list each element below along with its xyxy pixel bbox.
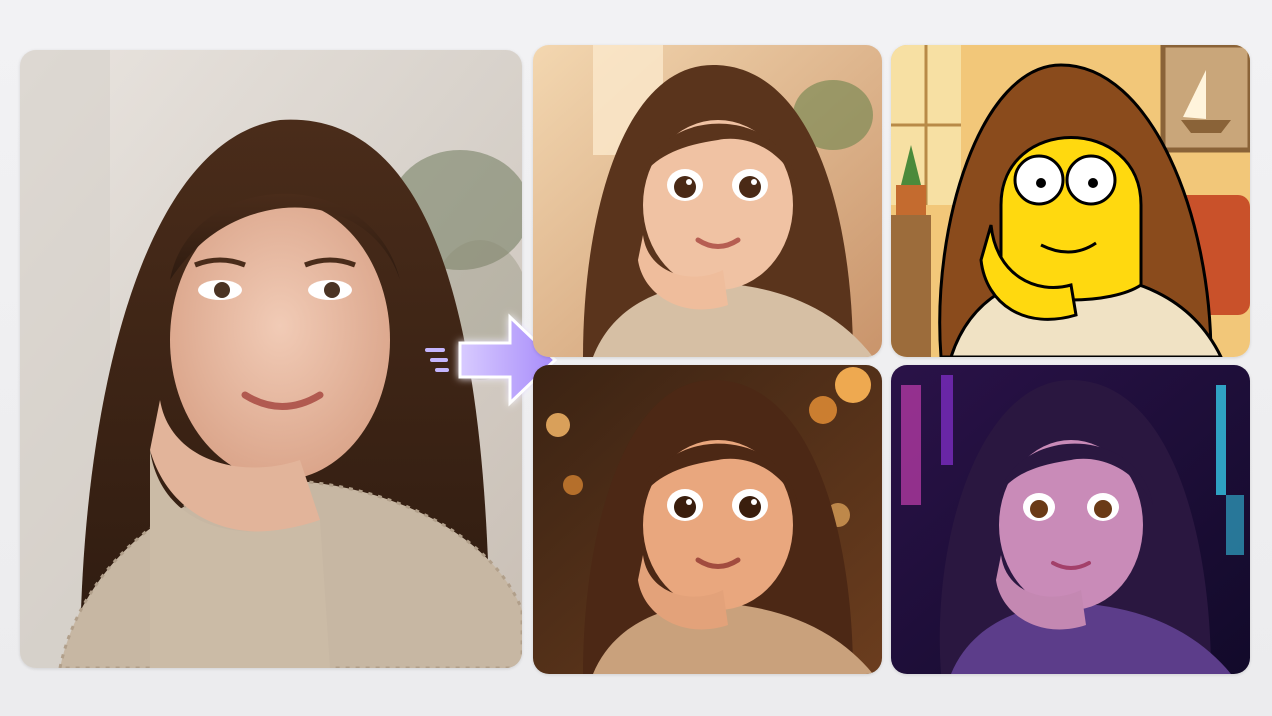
pixar-style-result: [533, 45, 882, 357]
pixar-night-style-portrait-image: [533, 365, 882, 674]
pixar-style-portrait-image: [533, 45, 882, 357]
anime-neon-style-portrait-image: [891, 365, 1250, 674]
simpsons-style-result: [891, 45, 1250, 357]
simpsons-style-portrait-image: [891, 45, 1250, 357]
anime-neon-style-result: [891, 365, 1250, 674]
pixar-night-style-result: [533, 365, 882, 674]
